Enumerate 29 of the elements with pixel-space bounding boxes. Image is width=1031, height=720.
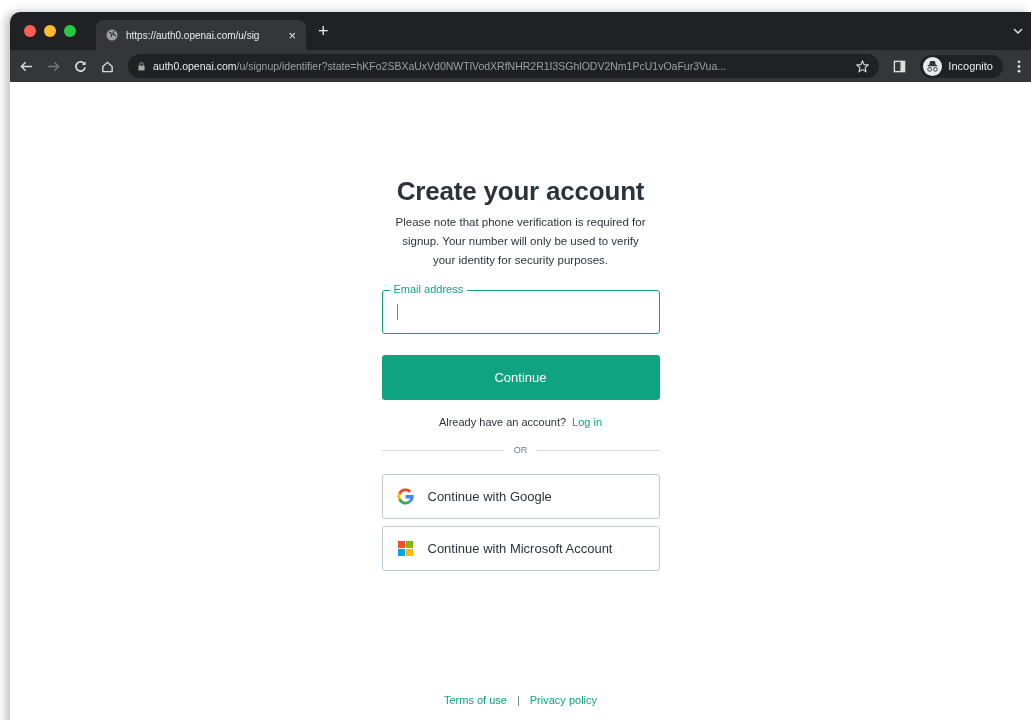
divider-label: OR [513, 445, 528, 455]
back-arrow-icon[interactable] [20, 59, 33, 73]
maximize-window-icon[interactable] [64, 25, 76, 37]
browser-tab[interactable]: https://auth0.openai.com/u/sig × [96, 20, 306, 50]
tab-title: https://auth0.openai.com/u/sig [126, 29, 261, 41]
social-login-button[interactable]: Continue with Google [381, 474, 660, 519]
side-panel-icon[interactable] [893, 59, 907, 73]
home-icon[interactable] [101, 59, 114, 73]
page-title: Create your account [395, 176, 646, 207]
incognito-profile-button[interactable]: Incognito [920, 54, 1003, 78]
phone-verification-note: Please note that phone verification is required for signup. Your number will only be used to verify your identity for security purposes. [394, 215, 647, 268]
reload-icon[interactable] [74, 59, 87, 73]
link-separator: | [516, 694, 520, 708]
microsoft-logo-icon [396, 540, 414, 557]
minimize-window-icon[interactable] [44, 25, 56, 37]
social-login-button[interactable]: Continue with Microsoft Account [381, 526, 660, 571]
new-tab-button[interactable]: + [318, 20, 329, 42]
url-text: auth0.openai.com/u/signup/identifier?state=hKFo2SBXaUxVd0NWTlVodXRfNHR2R1I3SGhlODV2Nm1PcU1vOaFur3Vua... [153, 60, 728, 72]
lock-icon[interactable] [138, 61, 145, 71]
google-logo-icon [396, 488, 414, 505]
star-icon[interactable] [856, 59, 870, 73]
chevron-down-icon[interactable] [1013, 28, 1023, 34]
incognito-icon [923, 56, 943, 76]
close-tab-button[interactable]: × [288, 27, 296, 43]
login-prompt: Already have an account? [438, 416, 567, 428]
more-menu-icon[interactable] [1017, 59, 1021, 73]
address-bar[interactable]: auth0.openai.com/u/signup/identifier?state=hKFo2SBXaUxVd0NWTlVodXRfNHR2R1I3SGhlODV2Nm1PcU1vOaFur3Vua... [128, 54, 880, 78]
forward-arrow-icon[interactable] [47, 59, 60, 73]
close-window-icon[interactable] [24, 25, 36, 37]
